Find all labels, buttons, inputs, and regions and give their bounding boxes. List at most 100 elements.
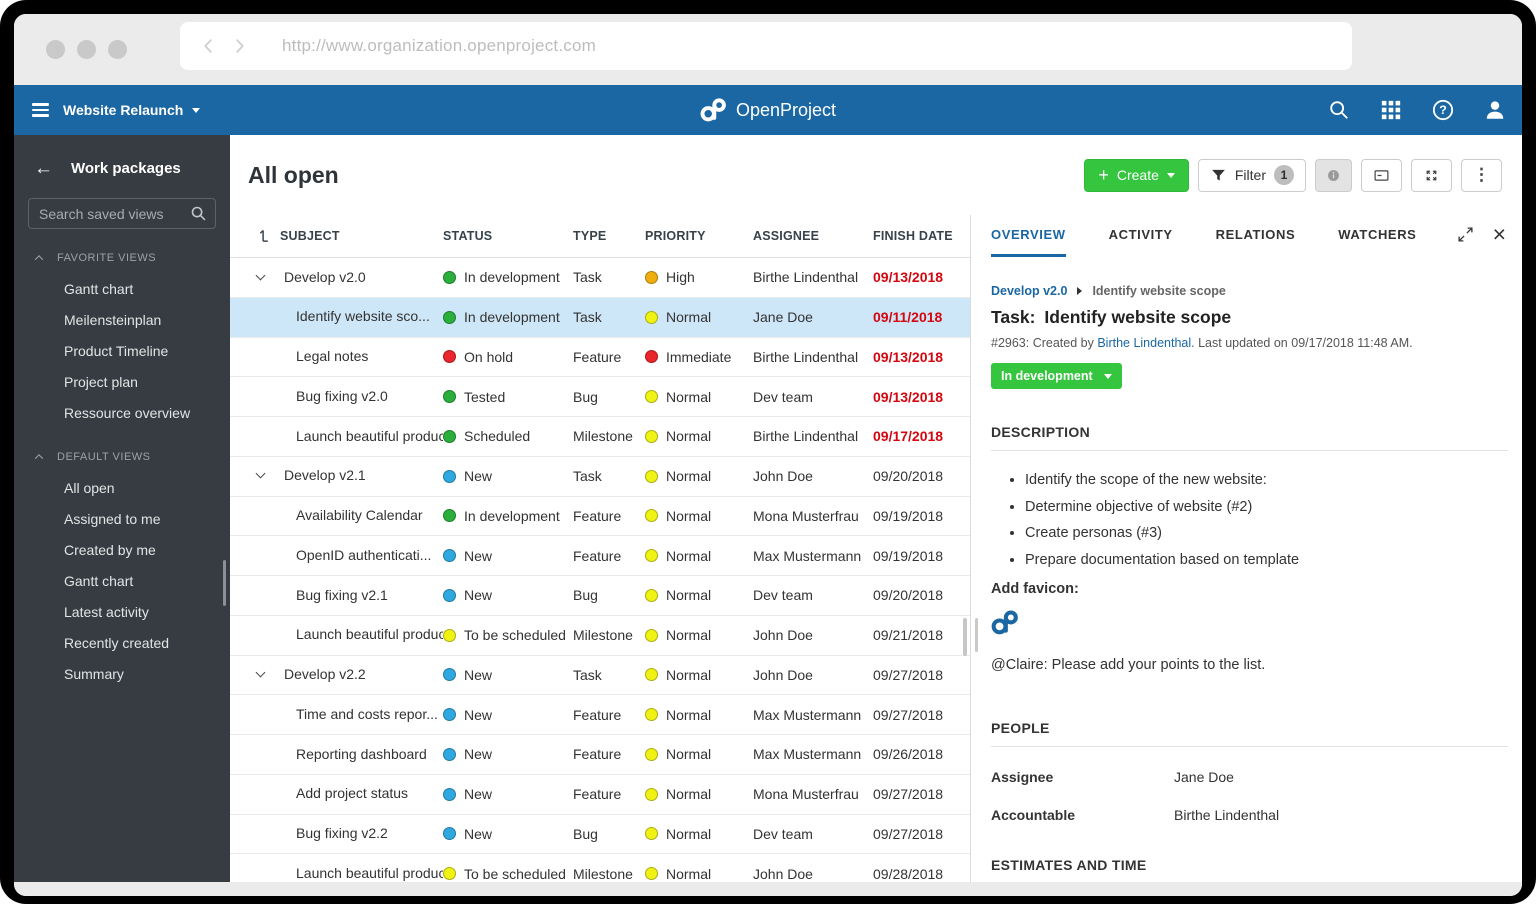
priority-cell[interactable]: Normal <box>645 627 753 643</box>
type-cell[interactable]: Milestone <box>573 428 645 444</box>
table-scrollbar[interactable] <box>963 618 967 656</box>
type-cell[interactable]: Milestone <box>573 627 645 643</box>
tab-activity[interactable]: ACTIVITY <box>1109 215 1173 257</box>
type-cell[interactable]: Task <box>573 269 645 285</box>
window-control-dot[interactable] <box>77 40 96 59</box>
assignee-cell[interactable]: Jane Doe <box>753 309 873 325</box>
view-settings-button[interactable] <box>1361 159 1402 192</box>
priority-cell[interactable]: Normal <box>645 826 753 842</box>
table-row[interactable]: Availability CalendarIn developmentFeatu… <box>230 497 970 537</box>
type-cell[interactable]: Bug <box>573 389 645 405</box>
sidebar-item-product-timeline[interactable]: Product Timeline <box>14 335 230 366</box>
status-cell[interactable]: Scheduled <box>443 428 573 444</box>
status-cell[interactable]: To be scheduled <box>443 627 573 643</box>
user-avatar-icon[interactable] <box>1484 99 1506 121</box>
assignee-cell[interactable]: Mona Musterfrau <box>753 786 873 802</box>
subject-cell[interactable]: Develop v2.1 <box>230 456 443 496</box>
finish-date-cell[interactable]: 09/21/2018 <box>873 627 970 643</box>
people-value-assignee[interactable]: Jane Doe <box>1174 769 1234 785</box>
people-value-accountable[interactable]: Birthe Lindenthal <box>1174 807 1279 823</box>
type-cell[interactable]: Feature <box>573 746 645 762</box>
finish-date-cell[interactable]: 09/13/2018 <box>873 389 970 405</box>
assignee-cell[interactable]: Dev team <box>753 826 873 842</box>
priority-cell[interactable]: High <box>645 269 753 285</box>
assignee-cell[interactable]: Max Mustermann <box>753 707 873 723</box>
subject-cell[interactable]: Bug fixing v2.0 <box>230 377 443 417</box>
panel-scrollbar[interactable] <box>975 618 978 652</box>
sidebar-section-header[interactable]: FAVORITE VIEWS <box>14 247 230 273</box>
sidebar-item-project-plan[interactable]: Project plan <box>14 366 230 397</box>
table-row[interactable]: Launch beautiful produc...To be schedule… <box>230 854 970 882</box>
sidebar-item-gantt-chart[interactable]: Gantt chart <box>14 565 230 596</box>
sidebar-item-all-open[interactable]: All open <box>14 472 230 503</box>
type-cell[interactable]: Feature <box>573 786 645 802</box>
table-row[interactable]: Bug fixing v2.2NewBugNormalDev team09/27… <box>230 815 970 855</box>
window-control-dot[interactable] <box>46 40 65 59</box>
window-control-dot[interactable] <box>108 40 127 59</box>
table-row[interactable]: OpenID authenticati...NewFeatureNormalMa… <box>230 536 970 576</box>
column-header-type[interactable]: TYPE <box>573 229 645 243</box>
back-arrow-icon[interactable]: ← <box>34 159 53 178</box>
chevron-down-icon[interactable] <box>256 270 266 280</box>
fullscreen-button[interactable] <box>1411 159 1452 192</box>
status-cell[interactable]: In development <box>443 269 573 285</box>
subject-cell[interactable]: Bug fixing v2.2 <box>230 814 443 854</box>
more-options-button[interactable]: ⋮ <box>1461 159 1502 192</box>
assignee-cell[interactable]: Birthe Lindenthal <box>753 349 873 365</box>
priority-cell[interactable]: Normal <box>645 508 753 524</box>
status-cell[interactable]: In development <box>443 309 573 325</box>
sidebar-item-recently-created[interactable]: Recently created <box>14 627 230 658</box>
table-row[interactable]: Develop v2.0In developmentTaskHighBirthe… <box>230 258 970 298</box>
type-cell[interactable]: Task <box>573 468 645 484</box>
sidebar-item-gantt-chart[interactable]: Gantt chart <box>14 273 230 304</box>
finish-date-cell[interactable]: 09/20/2018 <box>873 468 970 484</box>
subject-cell[interactable]: Launch beautiful produc... <box>230 417 443 457</box>
tab-watchers[interactable]: WATCHERS <box>1338 215 1416 257</box>
finish-date-cell[interactable]: 09/27/2018 <box>873 667 970 683</box>
status-cell[interactable]: New <box>443 746 573 762</box>
assignee-cell[interactable]: John Doe <box>753 468 873 484</box>
finish-date-cell[interactable]: 09/28/2018 <box>873 866 970 882</box>
help-icon[interactable]: ? <box>1432 99 1454 121</box>
sidebar-item-created-by-me[interactable]: Created by me <box>14 534 230 565</box>
status-cell[interactable]: New <box>443 468 573 484</box>
assignee-cell[interactable]: John Doe <box>753 667 873 683</box>
subject-cell[interactable]: Time and costs repor... <box>230 695 443 735</box>
status-cell[interactable]: In development <box>443 508 573 524</box>
openproject-logo[interactable]: OpenProject <box>700 98 836 122</box>
sidebar-item-latest-activity[interactable]: Latest activity <box>14 596 230 627</box>
priority-cell[interactable]: Normal <box>645 866 753 882</box>
assignee-cell[interactable]: John Doe <box>753 627 873 643</box>
type-cell[interactable]: Bug <box>573 587 645 603</box>
subject-cell[interactable]: Reporting dashboard <box>230 735 443 775</box>
chevron-down-icon[interactable] <box>256 668 266 678</box>
table-row[interactable]: Develop v2.1NewTaskNormalJohn Doe09/20/2… <box>230 457 970 497</box>
create-button[interactable]: + Create <box>1084 159 1189 192</box>
project-selector[interactable]: Website Relaunch <box>63 102 200 118</box>
status-cell[interactable]: Tested <box>443 389 573 405</box>
table-row[interactable]: Develop v2.2NewTaskNormalJohn Doe09/27/2… <box>230 656 970 696</box>
table-row[interactable]: Bug fixing v2.0TestedBugNormalDev team09… <box>230 377 970 417</box>
status-cell[interactable]: New <box>443 667 573 683</box>
finish-date-cell[interactable]: 09/13/2018 <box>873 349 970 365</box>
finish-date-cell[interactable]: 09/26/2018 <box>873 746 970 762</box>
finish-date-cell[interactable]: 09/13/2018 <box>873 269 970 285</box>
creator-link[interactable]: Birthe Lindenthal <box>1097 336 1191 350</box>
priority-cell[interactable]: Normal <box>645 548 753 564</box>
priority-cell[interactable]: Normal <box>645 746 753 762</box>
sidebar-item-meilensteinplan[interactable]: Meilensteinplan <box>14 304 230 335</box>
browser-back-icon[interactable] <box>198 35 220 57</box>
priority-cell[interactable]: Normal <box>645 667 753 683</box>
table-row[interactable]: Add project statusNewFeatureNormalMona M… <box>230 775 970 815</box>
assignee-cell[interactable]: Dev team <box>753 389 873 405</box>
table-row[interactable]: Legal notesOn holdFeatureImmediateBirthe… <box>230 338 970 378</box>
finish-date-cell[interactable]: 09/20/2018 <box>873 587 970 603</box>
filter-button[interactable]: Filter 1 <box>1198 159 1306 192</box>
apps-grid-icon[interactable] <box>1380 99 1402 121</box>
sidebar-section-header[interactable]: DEFAULT VIEWS <box>14 446 230 472</box>
subject-cell[interactable]: Bug fixing v2.1 <box>230 576 443 616</box>
subject-cell[interactable]: Availability Calendar <box>230 496 443 536</box>
browser-forward-icon[interactable] <box>228 35 250 57</box>
status-cell[interactable]: New <box>443 786 573 802</box>
priority-cell[interactable]: Normal <box>645 428 753 444</box>
